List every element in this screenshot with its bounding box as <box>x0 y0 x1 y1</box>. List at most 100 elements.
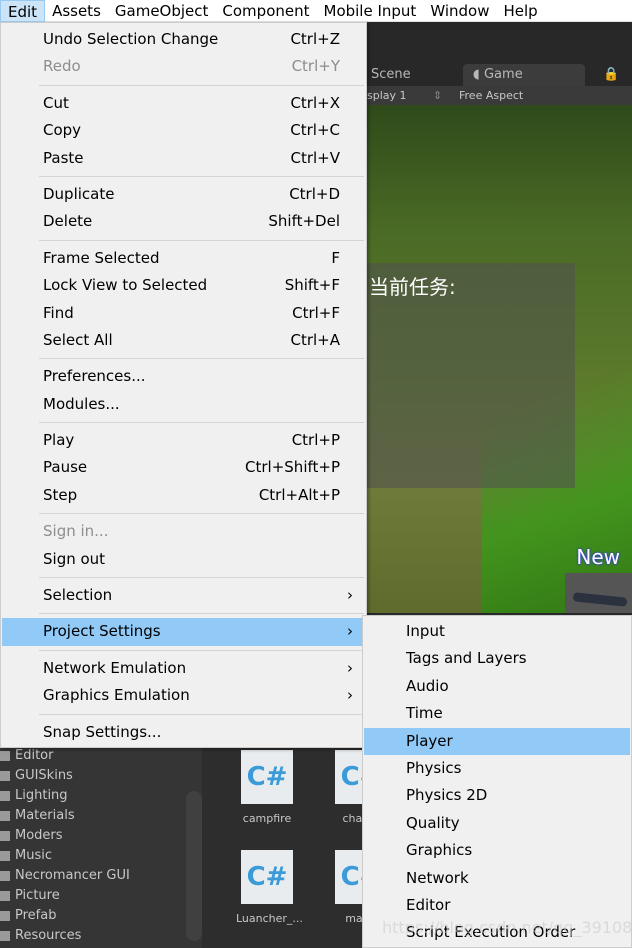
menu-item-label: Copy <box>43 121 82 140</box>
tab-asset-store[interactable]: 🔒As <box>599 64 632 104</box>
menu-help[interactable]: Help <box>496 0 544 22</box>
menu-mobile-input[interactable]: Mobile Input <box>317 0 424 22</box>
menu-item-label: Redo <box>43 57 81 76</box>
folder-item[interactable]: Necromancer GUI <box>0 866 130 886</box>
chevron-right-icon: › <box>347 586 353 605</box>
folder-item[interactable]: Editor <box>0 746 53 766</box>
menu-item-play[interactable]: Play Ctrl+P <box>2 427 365 454</box>
chevron-right-icon: › <box>347 658 353 677</box>
menu-edit[interactable]: Edit <box>0 0 46 22</box>
menu-item-label: Pause <box>43 458 88 477</box>
menu-item-redo[interactable]: Redo Ctrl+Y <box>2 53 365 80</box>
menu-item-preferences[interactable]: Preferences... <box>2 363 365 390</box>
folder-item[interactable]: Resources <box>0 926 81 946</box>
menu-separator <box>39 84 364 86</box>
menu-separator <box>39 175 364 177</box>
menu-item-label: Graphics Emulation <box>43 686 190 705</box>
folder-item[interactable]: Prefab <box>0 906 56 926</box>
folder-item[interactable]: Moders <box>0 826 63 846</box>
menu-item-shortcut: Shift+F <box>284 276 340 295</box>
submenu-item-input[interactable]: Input <box>364 618 630 645</box>
menu-item-pause[interactable]: Pause Ctrl+Shift+P <box>2 454 365 481</box>
menu-item-shortcut: Ctrl+Shift+P <box>245 458 340 477</box>
tab-game[interactable]: ◖ Game <box>463 64 585 86</box>
menu-item-sign-in[interactable]: Sign in... <box>2 518 365 545</box>
menu-component[interactable]: Component <box>215 0 316 22</box>
menu-item-delete[interactable]: Delete Shift+Del <box>2 208 365 235</box>
menu-item-shortcut: F <box>331 248 340 267</box>
submenu-item-time[interactable]: Time <box>364 700 630 727</box>
menu-item-shortcut: Ctrl+Z <box>290 30 340 48</box>
file-name: campfire <box>242 812 292 825</box>
menu-item-cut[interactable]: Cut Ctrl+X <box>2 90 365 117</box>
menu-item-modules[interactable]: Modules... <box>2 391 365 418</box>
menu-item-snap-settings[interactable]: Snap Settings... <box>2 719 365 746</box>
submenu-item-physics-2d[interactable]: Physics 2D <box>364 782 630 809</box>
menu-item-label: Duplicate <box>43 184 115 203</box>
folder-item[interactable]: Lighting <box>0 786 68 806</box>
submenu-item-quality[interactable]: Quality <box>364 810 630 837</box>
menu-item-shortcut: Ctrl+F <box>292 303 340 322</box>
submenu-item-editor[interactable]: Editor <box>364 892 630 919</box>
menu-item-network-emulation[interactable]: Network Emulation › <box>2 655 365 682</box>
menu-gameobject[interactable]: GameObject <box>108 0 216 22</box>
menu-item-label: Snap Settings... <box>43 722 162 741</box>
submenu-item-physics[interactable]: Physics <box>364 755 630 782</box>
menu-item-frame-selected[interactable]: Frame Selected F <box>2 245 365 272</box>
game-view[interactable]: 当前任务: New <box>367 105 632 613</box>
menu-item-label: Step <box>43 485 78 504</box>
menu-item-lock-view-to-selected[interactable]: Lock View to Selected Shift+F <box>2 272 365 299</box>
edit-menu: Undo Selection Change Ctrl+Z Redo Ctrl+Y Cut… <box>0 22 367 748</box>
menu-item-label: Frame Selected <box>43 248 160 267</box>
menu-item-selection[interactable]: Selection › <box>2 582 365 609</box>
menu-item-step[interactable]: Step Ctrl+Alt+P <box>2 482 365 509</box>
menu-assets[interactable]: Assets <box>45 0 108 22</box>
menu-item-label: Find <box>43 303 74 322</box>
item-slot[interactable] <box>565 573 632 613</box>
menu-item-find[interactable]: Find Ctrl+F <box>2 300 365 327</box>
menu-separator <box>39 649 364 651</box>
folder-item[interactable]: Picture <box>0 886 60 906</box>
submenu-item-graphics[interactable]: Graphics <box>364 837 630 864</box>
game-toolbar: splay 1 ⇕ Free Aspect <box>367 86 632 105</box>
menu-item-select-all[interactable]: Select All Ctrl+A <box>2 327 365 354</box>
watermark: https://blog.csdn.net/qq_39108291 <box>382 918 632 937</box>
menu-item-label: Selection <box>43 586 113 605</box>
submenu-item-network[interactable]: Network <box>364 865 630 892</box>
menu-item-label: Paste <box>43 148 84 167</box>
menu-item-shortcut: Ctrl+D <box>289 184 340 203</box>
editor-toolbar-area <box>367 22 632 62</box>
menu-separator <box>39 513 364 515</box>
menu-item-graphics-emulation[interactable]: Graphics Emulation › <box>2 682 365 709</box>
submenu-item-tags-and-layers[interactable]: Tags and Layers <box>364 645 630 672</box>
menu-item-shortcut: Shift+Del <box>268 212 340 231</box>
menu-item-label: Sign in... <box>43 522 109 541</box>
editor-tabs: Scene ◖ Game 🔒As <box>367 62 632 104</box>
tab-scene[interactable]: Scene <box>367 64 411 86</box>
new-label: New <box>576 545 620 569</box>
menu-item-shortcut: Ctrl+A <box>290 330 340 349</box>
menu-item-label: Cut <box>43 93 69 112</box>
menu-item-paste[interactable]: Paste Ctrl+V <box>2 145 365 172</box>
menu-window[interactable]: Window <box>423 0 496 22</box>
folder-item[interactable]: Music <box>0 846 52 866</box>
menu-item-label: Lock View to Selected <box>43 276 208 295</box>
file-item[interactable]: C# Luancher_... <box>236 850 303 925</box>
item-image <box>572 592 628 607</box>
menu-item-undo-selection-change[interactable]: Undo Selection Change Ctrl+Z <box>2 26 365 53</box>
aspect-select[interactable]: Free Aspect <box>459 86 523 105</box>
scrollbar[interactable] <box>186 791 202 941</box>
submenu-item-player[interactable]: Player <box>364 727 630 755</box>
menu-item-duplicate[interactable]: Duplicate Ctrl+D <box>2 181 365 208</box>
folder-item[interactable]: GUISkins <box>0 766 73 786</box>
chevron-right-icon: › <box>347 686 353 705</box>
display-select[interactable]: splay 1 <box>367 86 407 105</box>
file-item[interactable]: C# campfire <box>236 750 298 825</box>
menu-item-shortcut: Ctrl+P <box>291 431 340 450</box>
project-settings-submenu: Input Tags and Layers Audio Time Player Physi… <box>362 615 632 948</box>
menu-item-sign-out[interactable]: Sign out <box>2 546 365 573</box>
folder-item[interactable]: Materials <box>0 806 75 826</box>
menu-item-project-settings[interactable]: Project Settings › <box>2 618 365 646</box>
menu-item-copy[interactable]: Copy Ctrl+C <box>2 117 365 144</box>
submenu-item-audio[interactable]: Audio <box>364 673 630 700</box>
